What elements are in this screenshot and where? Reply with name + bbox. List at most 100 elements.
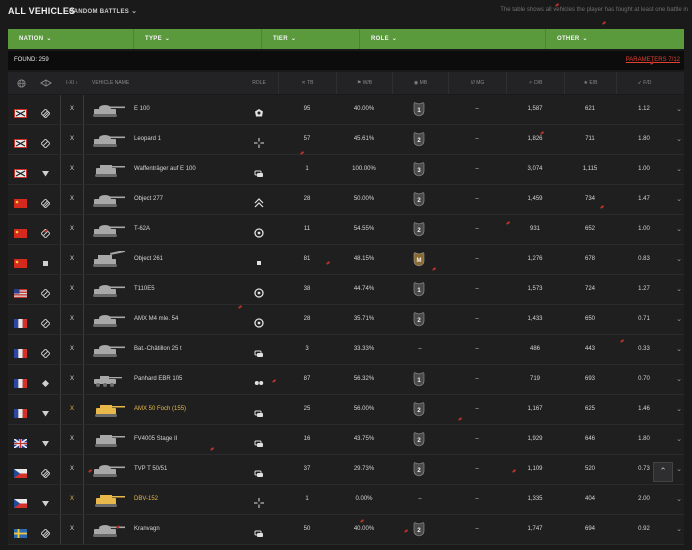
table-row[interactable]: X TVP T 50/51 37 29.73% 2–1,109 520 0.73 ⌄ — [8, 455, 684, 485]
winrate-value: 56.00% — [353, 406, 375, 412]
filter-other[interactable]: OTHER ⌄ — [546, 29, 684, 49]
marks-value: – — [475, 346, 479, 352]
expand-row-chevron-icon[interactable]: ⌄ — [676, 275, 682, 304]
table-row[interactable]: X Kranvagn 50 40.00% 2–1,747 694 0.92 ⌄ — [8, 515, 684, 545]
expand-row-chevron-icon[interactable]: ⌄ — [676, 125, 682, 154]
table-row[interactable]: X Object 261 81 48.15% M – 1,276 678 0.83 ⌄ — [8, 245, 684, 275]
frags-column-header[interactable]: ➶ F/D — [616, 72, 672, 94]
expand-row-chevron-icon[interactable]: ⌄ — [676, 515, 682, 544]
chevron-down-icon: ⌄ — [391, 36, 398, 42]
experience-value: 621 — [584, 106, 595, 112]
tier-value: X — [60, 305, 84, 334]
nation-flag-china — [14, 255, 27, 268]
damage-column-header[interactable]: ✧ D/B — [506, 72, 564, 94]
damage-value: 486 — [529, 346, 540, 352]
frags-header-label: F/D — [643, 80, 652, 86]
mastery-badge-icon: 2 — [412, 522, 426, 537]
frags-value: 0.83 — [638, 256, 650, 262]
damage-value: 1,826 — [527, 136, 543, 142]
marks-value: – — [475, 136, 479, 142]
frags-icon: ➶ — [637, 80, 642, 86]
marks-value: – — [475, 256, 479, 262]
frags-value: 1.80 — [638, 136, 650, 142]
table-row[interactable]: X Waffenträger auf E 100 1 100.00% 3 – 3,074 1,… — [8, 155, 684, 185]
marks-column-header[interactable]: /// MG — [448, 72, 506, 94]
experience-value: 1,115 — [582, 166, 598, 172]
table-row[interactable]: X Panhard EBR 105 87 56.32% 1 – 719 693 0.70 ⌄ — [8, 365, 684, 395]
found-count: FOUND: 259 — [14, 57, 49, 63]
expand-row-chevron-icon[interactable]: ⌄ — [676, 425, 682, 454]
role-column-header[interactable]: ROLE — [240, 72, 278, 94]
winrate-value: 45.61% — [353, 136, 375, 142]
table-row[interactable]: X AMX 50 Foch (155) 25 56.00% 2 – 1,167 625 1.46… — [8, 395, 684, 425]
table-row[interactable]: X T-62A 11 54.55% 2 – 931 652 1.00 ⌄ — [8, 215, 684, 245]
experience-value: 625 — [584, 406, 595, 412]
breakthrough-role-icon — [254, 195, 264, 208]
marks-header-label: MG — [476, 80, 485, 86]
table-row[interactable]: X T110E5 38 44.74% 1 – 1,573 724 1.27 ⌄ — [8, 275, 684, 305]
damage-value: 1,459 — [527, 196, 543, 202]
battles-column-header[interactable]: ✕ TB — [278, 72, 336, 94]
winrate-header-label: W/B — [362, 80, 373, 86]
damage-value: 1,433 — [527, 316, 543, 322]
table-row[interactable]: X DBV-152 1 0.00% – – 1,335 404 2.00 ⌄ — [8, 485, 684, 515]
vehicle-class-heavy-icon — [40, 105, 51, 119]
scroll-to-top-button[interactable]: ⌃ — [653, 462, 673, 482]
expand-row-chevron-icon[interactable]: ⌄ — [676, 245, 682, 274]
gun-marks-icon: /// — [470, 80, 475, 86]
expand-row-chevron-icon[interactable]: ⌄ — [676, 455, 682, 484]
battle-mode-label: RANDOM BATTLES — [69, 9, 130, 15]
tier-value: X — [60, 485, 84, 514]
sort-icon: ↕ — [75, 80, 78, 86]
marks-value: – — [475, 406, 479, 412]
marks-value: – — [475, 376, 479, 382]
table-row[interactable]: X Bat.-Châtillon 25 t 3 33.33% – – 486 443 0.33 ⌄ — [8, 335, 684, 365]
table-row[interactable]: X Object 277 28 50.00% 2 – 1,459 734 1.47 ⌄ — [8, 185, 684, 215]
mastery-column-header[interactable]: ◉ MB — [392, 72, 448, 94]
frags-value: 2.00 — [638, 496, 650, 502]
frags-value: 1.80 — [638, 436, 650, 442]
battle-mode-dropdown[interactable]: RANDOM BATTLES ⌄ — [69, 7, 137, 15]
vehicle-name-column-header[interactable]: VEHICLE NAME — [92, 72, 152, 94]
marks-value: – — [475, 496, 479, 502]
filter-role[interactable]: ROLE ⌄ — [360, 29, 546, 49]
expand-row-chevron-icon[interactable]: ⌄ — [676, 215, 682, 244]
vehicle-name: Bat.-Châtillon 25 t — [134, 346, 182, 352]
filter-type[interactable]: TYPE ⌄ — [134, 29, 262, 49]
expand-row-chevron-icon[interactable]: ⌄ — [676, 95, 682, 124]
expand-row-chevron-icon[interactable]: ⌄ — [676, 485, 682, 514]
chevron-down-icon: ⌄ — [131, 8, 138, 15]
table-row[interactable]: X AMX M4 mle. 54 28 35.71% 2 – 1,433 650 0.71 ⌄ — [8, 305, 684, 335]
expand-row-chevron-icon[interactable]: ⌄ — [676, 185, 682, 214]
tier-value: X — [60, 365, 84, 394]
chevron-down-icon: ⌄ — [582, 36, 588, 42]
damage-value: 1,573 — [527, 286, 543, 292]
experience-column-header[interactable]: ★ E/B — [564, 72, 616, 94]
filter-nation[interactable]: NATION ⌄ — [8, 29, 134, 49]
expand-row-chevron-icon[interactable]: ⌄ — [676, 335, 682, 364]
tier-value: X — [60, 395, 84, 424]
expand-row-chevron-icon[interactable]: ⌄ — [676, 155, 682, 184]
table-row[interactable]: X FV4005 Stage II 16 43.75% 2 – 1,929 646 1.80 ⌄ — [8, 425, 684, 455]
battles-value: 25 — [303, 406, 311, 412]
expand-row-chevron-icon[interactable]: ⌄ — [676, 365, 682, 394]
table-row[interactable]: X Leopard 1 57 45.61% 2 – 1,826 711 1.80 ⌄ — [8, 125, 684, 155]
filter-tier[interactable]: TIER ⌄ — [262, 29, 360, 49]
experience-value: 734 — [584, 196, 595, 202]
nation-flag-germany — [14, 135, 27, 148]
battles-value: 28 — [303, 316, 311, 322]
vehicle-class-icon — [40, 79, 52, 87]
tier-column-header[interactable]: I-XI ↕ — [60, 72, 84, 94]
expand-row-chevron-icon[interactable]: ⌄ — [676, 395, 682, 424]
table-row[interactable]: X E 100 95 40.00% 1 – 1,587 621 1.12 ⌄ — [8, 95, 684, 125]
experience-value: 650 — [584, 316, 595, 322]
vehicle-name: Waffenträger auf E 100 — [134, 166, 196, 172]
nation-flag-germany — [14, 105, 27, 118]
nation-flag-france — [14, 405, 27, 418]
vehicle-class-td-icon — [41, 495, 50, 507]
winrate-column-header[interactable]: ⚑ W/B — [336, 72, 392, 94]
tier-value: X — [60, 335, 84, 364]
nation-column-header[interactable] — [14, 72, 28, 94]
class-column-header[interactable] — [36, 72, 56, 94]
expand-row-chevron-icon[interactable]: ⌄ — [676, 305, 682, 334]
